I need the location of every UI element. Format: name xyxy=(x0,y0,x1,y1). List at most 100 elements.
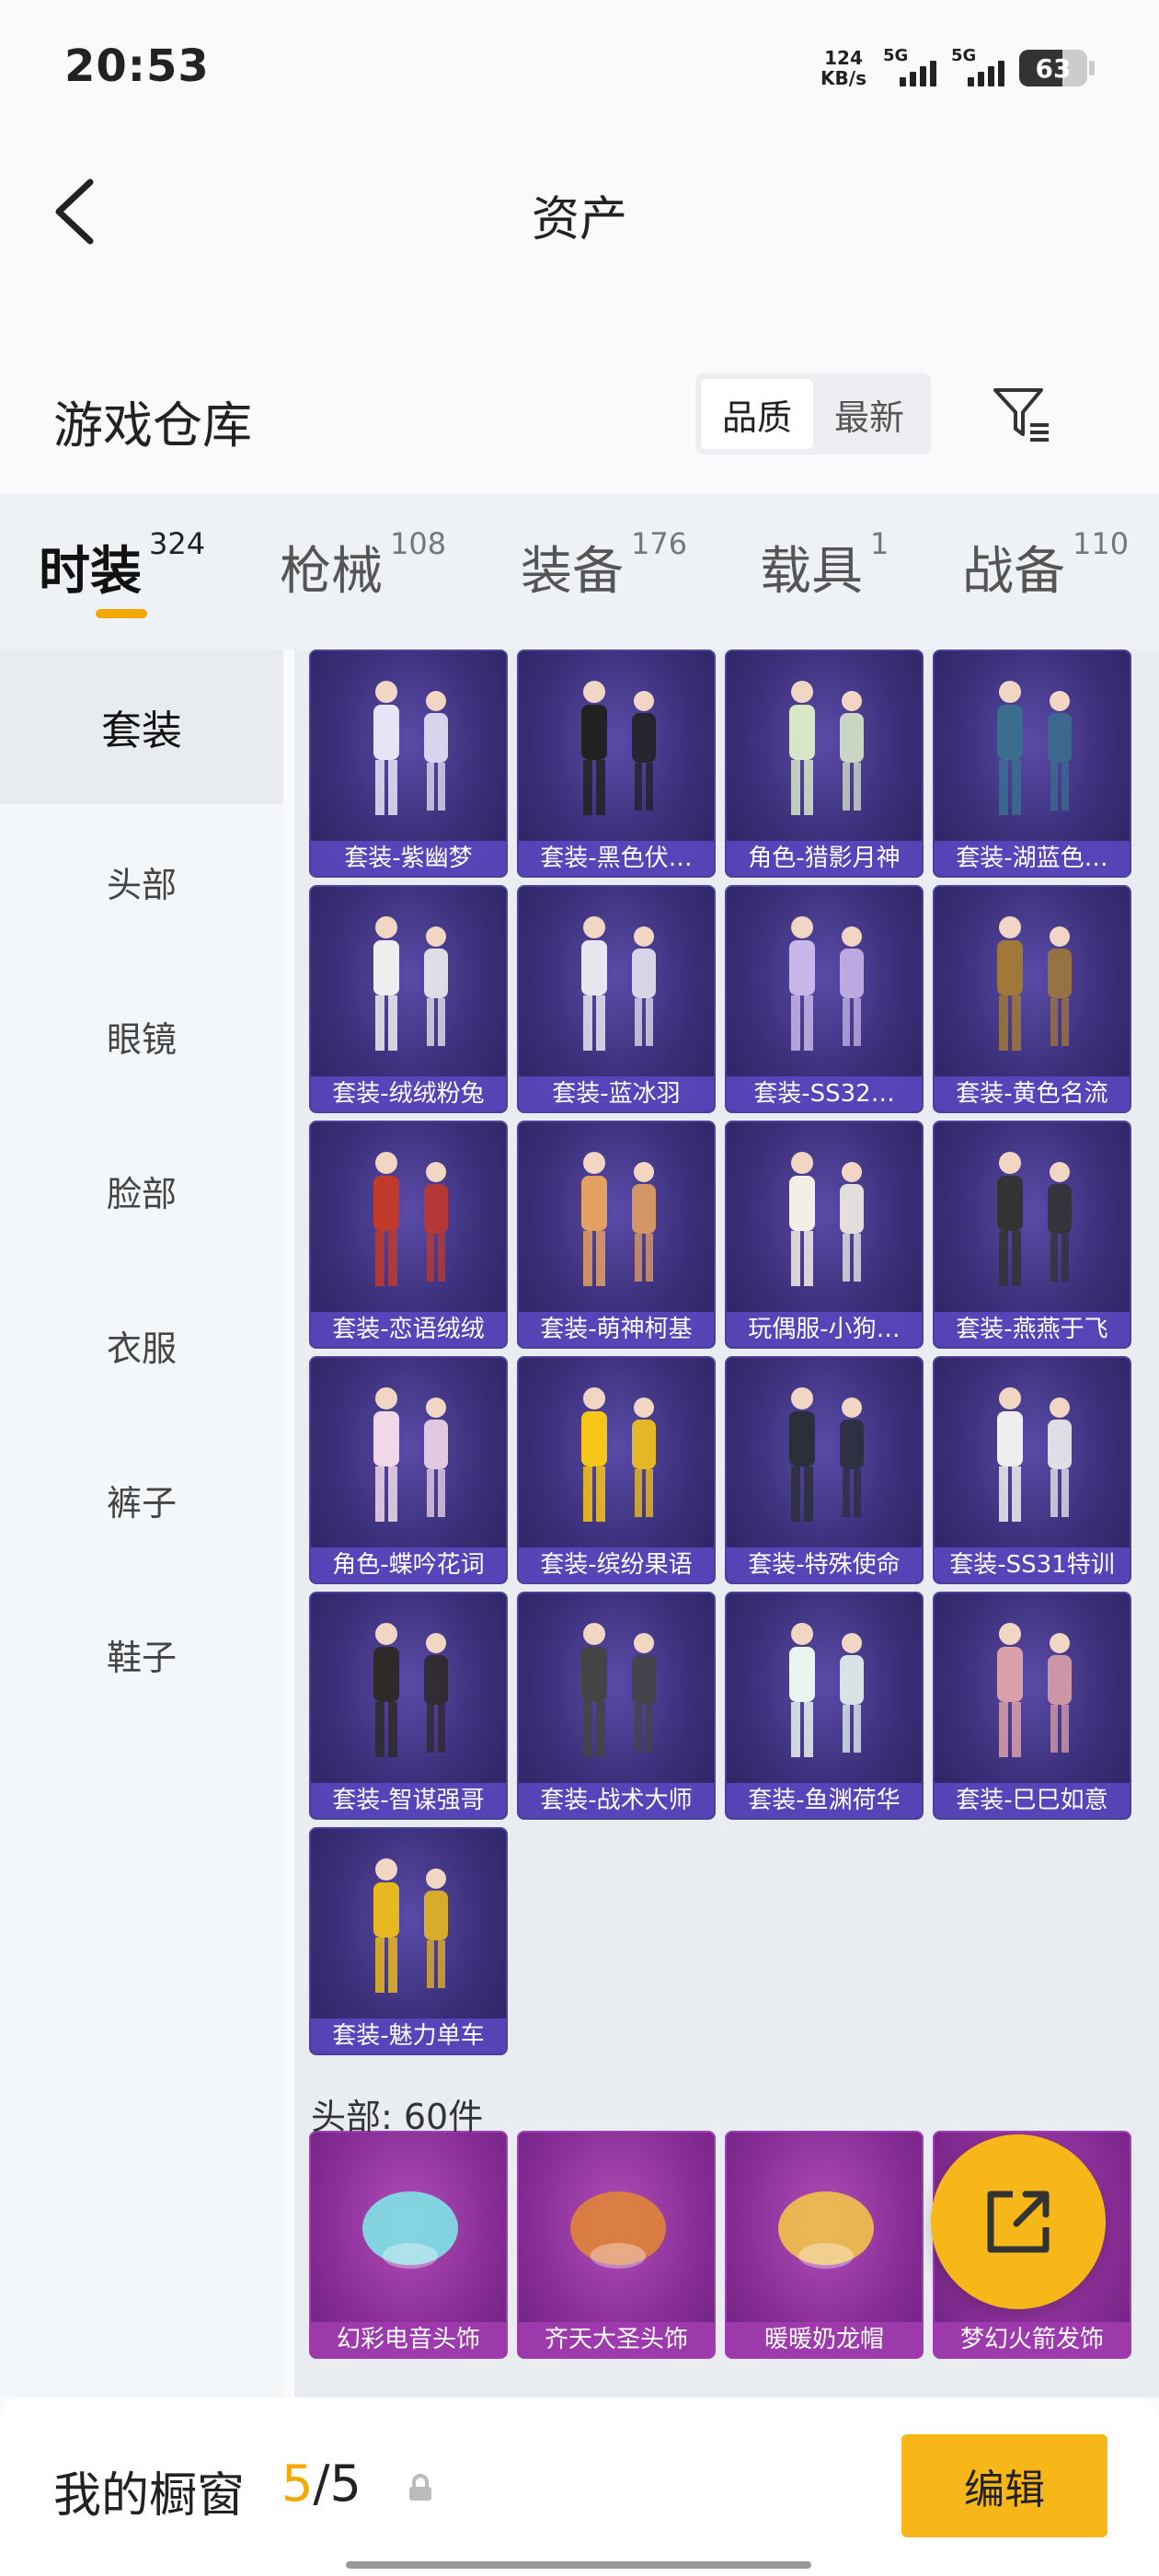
sidebar-item-clothes[interactable]: 衣服 xyxy=(0,1268,283,1422)
item-name: 套装-黑色伏… xyxy=(519,841,714,876)
item-name: 套装-战术大师 xyxy=(519,1783,714,1818)
suit-item-card[interactable]: 套装-缤纷果语 xyxy=(517,1356,716,1584)
sort-toggle: 品质 最新 xyxy=(695,374,931,454)
tab-supplies[interactable]: 战备 110 xyxy=(962,526,1129,604)
battery-level: 63 xyxy=(1035,53,1072,84)
status-bar: 20:53 124 KB/s 5G 5G 63 xyxy=(0,0,1159,138)
outfit-thumbnail xyxy=(789,1387,864,1522)
item-name: 套装-绒绒粉兔 xyxy=(311,1076,506,1111)
item-name: 角色-猎影月神 xyxy=(727,841,922,876)
suit-item-card[interactable]: 套装-鱼渊荷华 xyxy=(725,1592,924,1820)
page-title: 资产 xyxy=(531,192,627,247)
filter-icon xyxy=(993,388,1049,442)
item-name: 套装-SS31特训 xyxy=(935,1547,1130,1582)
suit-item-card[interactable]: 套装-蓝冰羽 xyxy=(517,885,716,1113)
network-speed-value: 124 xyxy=(824,47,863,69)
head-item-card[interactable]: 暖暖奶龙帽 xyxy=(725,2131,924,2359)
suit-item-card[interactable]: 角色-猎影月神 xyxy=(725,650,924,878)
outfit-thumbnail xyxy=(581,1623,656,1757)
sort-option-latest[interactable]: 最新 xyxy=(813,379,925,449)
network-speed-unit: KB/s xyxy=(820,67,866,89)
network-speed: 124 KB/s xyxy=(820,48,866,88)
section-title: 游戏仓库 xyxy=(53,397,252,454)
sidebar-item-pants[interactable]: 裤子 xyxy=(0,1422,283,1577)
item-name: 套装-魅力单车 xyxy=(311,2018,506,2053)
item-name: 玩偶服-小狗… xyxy=(727,1312,922,1347)
outfit-thumbnail xyxy=(581,1152,656,1286)
sidebar-item-glasses[interactable]: 眼镜 xyxy=(0,959,283,1113)
suit-item-card[interactable]: 角色-蝶吟花词 xyxy=(309,1356,508,1584)
sidebar-item-head[interactable]: 头部 xyxy=(0,804,283,959)
item-name: 套装-特殊使命 xyxy=(727,1547,922,1582)
suit-item-card[interactable]: 套装-魅力单车 xyxy=(309,1827,508,2055)
item-name: 套装-缤纷果语 xyxy=(519,1547,714,1582)
tab-guns[interactable]: 枪械 108 xyxy=(280,526,446,604)
tab-label: 枪械 xyxy=(280,542,383,602)
sidebar-item-shoes[interactable]: 鞋子 xyxy=(0,1577,283,1731)
suit-item-card[interactable]: 套装-巳巳如意 xyxy=(933,1592,1131,1820)
suit-item-card[interactable]: 套装-智谋强哥 xyxy=(309,1592,508,1820)
head-section-heading: 头部: 60件 xyxy=(311,2097,484,2137)
tab-fashion[interactable]: 时装 324 xyxy=(39,526,205,604)
edit-button[interactable]: 编辑 xyxy=(901,2434,1107,2537)
suit-item-card[interactable]: 玩偶服-小狗… xyxy=(725,1121,924,1349)
suit-item-card[interactable]: 套装-燕燕于飞 xyxy=(933,1121,1131,1349)
suit-item-card[interactable]: 套装-黑色伏… xyxy=(517,650,716,878)
sidebar: 套装 头部 眼镜 脸部 衣服 裤子 鞋子 xyxy=(0,650,283,2398)
outfit-thumbnail xyxy=(373,1858,448,1993)
tab-count: 110 xyxy=(1073,526,1130,561)
head-item-card[interactable]: 幻彩电音头饰 xyxy=(309,2131,508,2359)
headwear-thumbnail xyxy=(778,2191,874,2269)
suit-item-card[interactable]: 套装-战术大师 xyxy=(517,1592,716,1820)
suit-item-card[interactable]: 套装-紫幽梦 xyxy=(309,650,508,878)
suit-item-card[interactable]: 套装-SS31特训 xyxy=(933,1356,1131,1584)
suit-item-card[interactable]: 套装-湖蓝色… xyxy=(933,650,1131,878)
tab-count: 108 xyxy=(390,526,447,561)
item-name: 套装-恋语绒绒 xyxy=(311,1312,506,1347)
item-name: 暖暖奶龙帽 xyxy=(727,2322,922,2357)
filter-button[interactable] xyxy=(990,383,1054,445)
outfit-thumbnail xyxy=(789,681,864,815)
showcase-total: /5 xyxy=(313,2455,361,2513)
outfit-thumbnail xyxy=(997,1387,1072,1522)
outfit-thumbnail xyxy=(997,681,1072,815)
item-name: 套装-智谋强哥 xyxy=(311,1783,506,1818)
item-name: 套装-湖蓝色… xyxy=(935,841,1130,876)
share-button[interactable] xyxy=(931,2134,1106,2309)
item-name: 角色-蝶吟花词 xyxy=(311,1547,506,1582)
suit-item-card[interactable]: 套装-特殊使命 xyxy=(725,1356,924,1584)
showcase-count: 5/5 xyxy=(281,2455,361,2513)
item-name: 套装-萌神柯基 xyxy=(519,1312,714,1347)
item-name: 套装-鱼渊荷华 xyxy=(727,1783,922,1818)
sidebar-item-suits[interactable]: 套装 xyxy=(0,650,283,804)
outfit-thumbnail xyxy=(373,916,448,1051)
share-icon xyxy=(987,2191,1050,2253)
tab-label: 时装 xyxy=(39,542,142,602)
suit-item-card[interactable]: 套装-萌神柯基 xyxy=(517,1121,716,1349)
suit-item-card[interactable]: 套装-SS32… xyxy=(725,885,924,1113)
showcase-label: 我的橱窗 xyxy=(53,2468,246,2524)
tab-vehicles[interactable]: 载具 1 xyxy=(760,526,889,604)
signal-icon-sim2: 5G xyxy=(951,46,1004,90)
outfit-thumbnail xyxy=(789,1623,864,1757)
suit-item-card[interactable]: 套装-黄色名流 xyxy=(933,885,1131,1113)
headwear-thumbnail xyxy=(570,2191,666,2269)
status-time: 20:53 xyxy=(64,40,210,92)
outfit-thumbnail xyxy=(581,1387,656,1522)
bottom-bar: 我的橱窗 5/5 编辑 xyxy=(0,2398,1159,2576)
item-name: 幻彩电音头饰 xyxy=(311,2322,506,2357)
outfit-thumbnail xyxy=(997,916,1072,1051)
sidebar-item-face[interactable]: 脸部 xyxy=(0,1113,283,1268)
tab-equipment[interactable]: 装备 176 xyxy=(521,526,687,604)
tab-label: 载具 xyxy=(760,542,863,602)
tab-label: 装备 xyxy=(521,542,624,602)
home-indicator[interactable] xyxy=(346,2561,811,2569)
outfit-thumbnail xyxy=(373,1387,448,1522)
category-tabs: 时装 324 枪械 108 装备 176 载具 1 战备 110 xyxy=(0,493,1159,650)
suit-item-card[interactable]: 套装-绒绒粉兔 xyxy=(309,885,508,1113)
head-item-card[interactable]: 齐天大圣头饰 xyxy=(517,2131,716,2359)
outfit-thumbnail xyxy=(581,681,656,815)
sort-option-quality[interactable]: 品质 xyxy=(701,379,813,449)
status-icons: 124 KB/s 5G 5G 63 xyxy=(820,46,1095,90)
suit-item-card[interactable]: 套装-恋语绒绒 xyxy=(309,1121,508,1349)
